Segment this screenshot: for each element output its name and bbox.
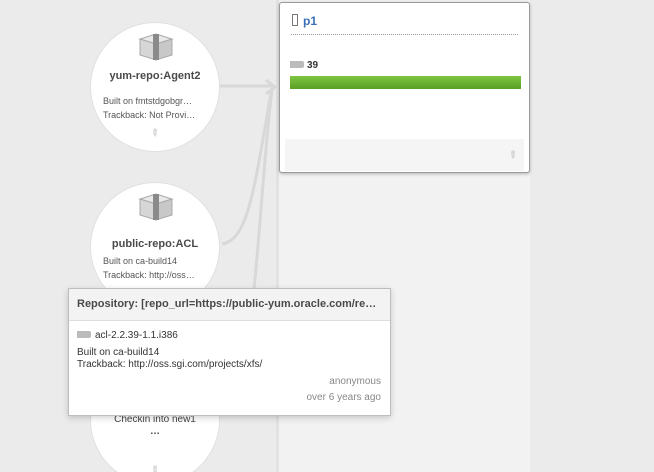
package-name: acl-2.2.39-1.1.i386	[95, 330, 178, 341]
stage-card-p1[interactable]: p1 39 ✎	[279, 2, 530, 173]
popup-user: anonymous	[329, 376, 381, 387]
pin-icon[interactable]: ✎	[147, 464, 161, 472]
node-title: public-repo:ACL	[111, 238, 199, 250]
package-icon	[138, 33, 174, 61]
build-node-agent2[interactable]: yum-repo:Agent2 Built on fmtstdgobgr… Tr…	[90, 22, 220, 152]
node-title: yum-repo:Agent2	[109, 70, 201, 82]
node-trackback: Trackback: Not Provi…	[103, 110, 196, 120]
stage-title[interactable]: p1	[303, 14, 317, 28]
node-built-on: Built on fmtstdgobgr…	[103, 96, 193, 106]
popup-heading: Repository: [repo_url=https://public-yum…	[69, 289, 390, 321]
tag-icon	[77, 331, 91, 338]
divider	[291, 34, 518, 35]
repository-popup: Repository: [repo_url=https://public-yum…	[68, 288, 391, 416]
card-footer: ✎	[285, 139, 524, 171]
stage-icon	[292, 14, 298, 26]
pin-icon[interactable]: ✎	[505, 149, 519, 163]
popup-built-on: Built on ca-build14	[77, 347, 160, 358]
node-trackback: Trackback: http://oss…	[103, 270, 195, 280]
node-more: …	[150, 426, 160, 437]
pin-icon[interactable]: ✎	[147, 127, 161, 141]
progress-fill	[290, 76, 521, 89]
popup-package: acl-2.2.39-1.1.i386	[77, 330, 178, 341]
tag-icon	[290, 61, 304, 68]
popup-time: over 6 years ago	[306, 392, 382, 403]
node-built-on: Built on ca-build14	[103, 256, 178, 266]
count-value: 39	[307, 60, 319, 71]
package-icon	[138, 193, 174, 221]
package-count: 39	[290, 60, 318, 71]
popup-trackback: Trackback: http://oss.sgi.com/projects/x…	[77, 359, 263, 370]
progress-bar	[290, 76, 521, 89]
